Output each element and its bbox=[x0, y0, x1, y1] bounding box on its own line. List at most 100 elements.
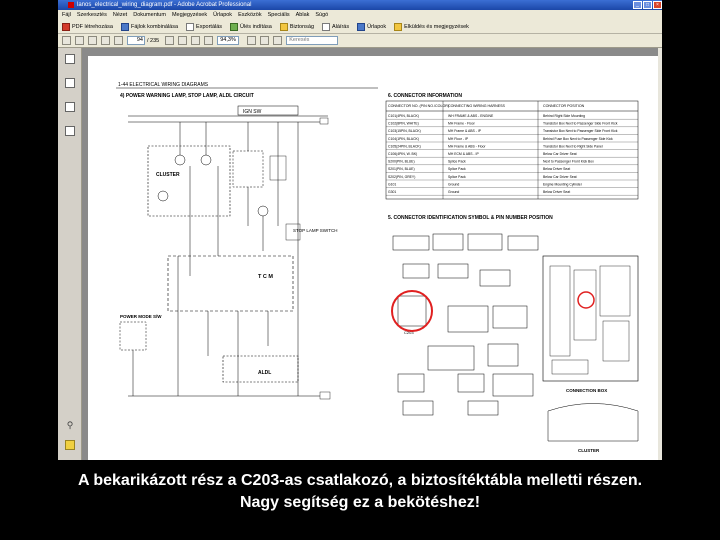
table-cell: Engine Mounting Cylinder bbox=[543, 182, 583, 186]
menu-window[interactable]: Ablak bbox=[296, 12, 310, 18]
combine-files-button[interactable]: Fájlok kombinálása bbox=[120, 22, 178, 31]
table-cell: S200(PIN, BLUE) bbox=[388, 160, 415, 164]
acrobat-window: lanos_electrical_wiring_diagram.pdf - Ad… bbox=[58, 0, 662, 460]
table-cell: S201(PIN, BLUE) bbox=[388, 167, 415, 171]
table-cell: Ground bbox=[448, 182, 459, 186]
prev-page-icon[interactable] bbox=[101, 36, 110, 45]
create-pdf-button[interactable]: PDF létrehozása bbox=[62, 22, 113, 31]
lock-icon bbox=[279, 22, 288, 31]
table-cell: Splice Pack bbox=[448, 167, 466, 171]
table-cell: G101 bbox=[388, 182, 396, 186]
wiring-diagram: 1-44 ELECTRICAL WIRING DIAGRAMS 4) POWER… bbox=[116, 82, 639, 453]
print-icon[interactable] bbox=[75, 36, 84, 45]
table-cell: Transistor Box Next to Passenger Side Fr… bbox=[543, 122, 618, 126]
menu-document[interactable]: Dokumentum bbox=[133, 12, 166, 18]
table-header-harness: CONNECTING WIRING HARNESS bbox=[448, 104, 506, 108]
next-page-icon[interactable] bbox=[114, 36, 123, 45]
vertical-scrollbar[interactable] bbox=[658, 48, 662, 460]
page-number-input[interactable]: 94 bbox=[127, 36, 145, 45]
select-tool-icon[interactable] bbox=[165, 36, 175, 45]
forms-button[interactable]: Űrlapok bbox=[357, 22, 386, 31]
table-cell: C106(4PIN, W. BK) bbox=[388, 152, 417, 156]
zoom-out-icon[interactable] bbox=[191, 36, 201, 45]
table-cell: Below Driver Seat bbox=[543, 167, 570, 171]
table-cell: Transistor Box Next to Passenger Side Fr… bbox=[543, 129, 618, 133]
table-cell: MH Frame & ABS - IP bbox=[448, 129, 482, 133]
diagram-header: 1-44 ELECTRICAL WIRING DIAGRAMS bbox=[118, 82, 209, 88]
document-workspace: ⚲ 1-44 ELECTRICAL WIRING DIAGRAMS 4) POW… bbox=[58, 48, 662, 460]
fit-page-icon[interactable] bbox=[247, 36, 257, 45]
table-cell: C101(4PIN, BLACK) bbox=[388, 114, 419, 118]
fit-width-icon[interactable] bbox=[260, 36, 270, 45]
table-cell: G301 bbox=[388, 190, 396, 194]
secure-button[interactable]: Biztonság bbox=[279, 22, 314, 31]
slide: lanos_electrical_wiring_diagram.pdf - Ad… bbox=[0, 0, 720, 540]
navigation-pane: ⚲ bbox=[58, 48, 82, 460]
comments-panel-icon[interactable] bbox=[65, 440, 75, 450]
table-cell: C103(15PIN, BLACK) bbox=[388, 129, 421, 133]
caption-line-2: Nagy segítség ez a bekötéshez! bbox=[239, 494, 481, 511]
menu-forms[interactable]: Űrlapok bbox=[213, 12, 232, 18]
label-connection-box: CONNECTION BOX bbox=[566, 388, 607, 393]
table-cell: Below Car Driver Seat bbox=[543, 175, 577, 179]
signatures-panel-icon[interactable] bbox=[65, 102, 75, 112]
window-title: lanos_electrical_wiring_diagram.pdf - Ad… bbox=[77, 2, 252, 8]
close-button[interactable]: × bbox=[653, 1, 662, 9]
table-cell: MH Frame & ABS - Floor bbox=[448, 144, 486, 148]
connector-table-rows: C101(4PIN, BLACK) WH FRAME & ABS - ENGINE… bbox=[386, 114, 638, 196]
meeting-icon bbox=[230, 22, 239, 31]
combine-files-icon bbox=[120, 22, 129, 31]
export-button[interactable]: Exportálás bbox=[186, 22, 222, 31]
bookmarks-panel-icon[interactable] bbox=[65, 78, 75, 88]
title-bar: lanos_electrical_wiring_diagram.pdf - Ad… bbox=[58, 0, 662, 10]
layers-panel-icon[interactable] bbox=[65, 126, 75, 136]
maximize-button[interactable]: □ bbox=[643, 1, 652, 9]
review-button[interactable]: Elküldés és megjegyzések bbox=[394, 22, 469, 31]
table-cell: Below Car Driver Seat bbox=[543, 152, 577, 156]
connector-info-title: 6. CONNECTOR INFORMATION bbox=[388, 93, 462, 99]
find-icon[interactable] bbox=[273, 36, 283, 45]
create-pdf-icon bbox=[62, 22, 70, 31]
table-header-connector-no: CONNECTOR NO. (PIN NO./COLOR) bbox=[388, 104, 449, 108]
label-stop-lamp-switch: STOP LAMP SWITCH bbox=[293, 228, 338, 233]
start-meeting-button[interactable]: Ülés indítása bbox=[230, 22, 272, 31]
attachments-icon[interactable]: ⚲ bbox=[65, 420, 75, 430]
pages-panel-icon[interactable] bbox=[65, 54, 75, 64]
menu-advanced[interactable]: Speciális bbox=[268, 12, 290, 18]
menu-view[interactable]: Nézet bbox=[113, 12, 127, 18]
menu-edit[interactable]: Szerkesztés bbox=[77, 12, 107, 18]
hand-tool-icon[interactable] bbox=[178, 36, 188, 45]
email-icon[interactable] bbox=[88, 36, 97, 45]
table-cell: WH FRAME & ABS - ENGINE bbox=[448, 114, 494, 118]
table-header-position: CONNECTOR POSITION bbox=[543, 104, 585, 108]
table-cell: Ground bbox=[448, 190, 459, 194]
minimize-button[interactable]: _ bbox=[633, 1, 642, 9]
zoom-in-icon[interactable] bbox=[204, 36, 214, 45]
menu-file[interactable]: Fájl bbox=[62, 12, 71, 18]
comment-icon bbox=[394, 22, 403, 31]
label-cluster-connector: CLUSTER bbox=[578, 448, 600, 453]
pen-icon bbox=[322, 22, 330, 31]
table-cell: Behind Fuse Box Next to Passenger Side K… bbox=[543, 137, 613, 141]
table-cell: Splice Pack bbox=[448, 160, 466, 164]
connector-id-title: 5. CONNECTOR IDENTIFICATION SYMBOL & PIN… bbox=[388, 215, 553, 221]
table-cell: C104(1PIN, BLACK) bbox=[388, 137, 419, 141]
sign-button[interactable]: Aláírás bbox=[322, 22, 349, 31]
table-cell: MH ECM & ABS - IP bbox=[448, 152, 479, 156]
label-ign-sw: IGN SW bbox=[243, 109, 262, 115]
acrobat-icon bbox=[68, 2, 74, 8]
menu-comments[interactable]: Megjegyzések bbox=[172, 12, 207, 18]
menu-help[interactable]: Súgó bbox=[315, 12, 328, 18]
task-toolbar: PDF létrehozása Fájlok kombinálása Expor… bbox=[58, 20, 662, 34]
table-cell: Next to Passenger Front Kick Box bbox=[543, 160, 594, 164]
save-icon[interactable] bbox=[62, 36, 71, 45]
table-cell: C105(24PIN, BLACK) bbox=[388, 144, 421, 148]
label-cluster: CLUSTER bbox=[156, 172, 180, 178]
table-cell: Behind Right Side Mounting bbox=[543, 114, 585, 118]
search-input[interactable]: Keresés bbox=[286, 36, 339, 45]
table-cell: MH Frame - Floor bbox=[448, 122, 476, 126]
zoom-level-input[interactable]: 94,3% bbox=[217, 36, 240, 45]
menu-tools[interactable]: Eszközök bbox=[238, 12, 262, 18]
table-cell: MH Floor - IP bbox=[448, 137, 469, 141]
table-cell: C102(8PIN, WHITE) bbox=[388, 122, 419, 126]
